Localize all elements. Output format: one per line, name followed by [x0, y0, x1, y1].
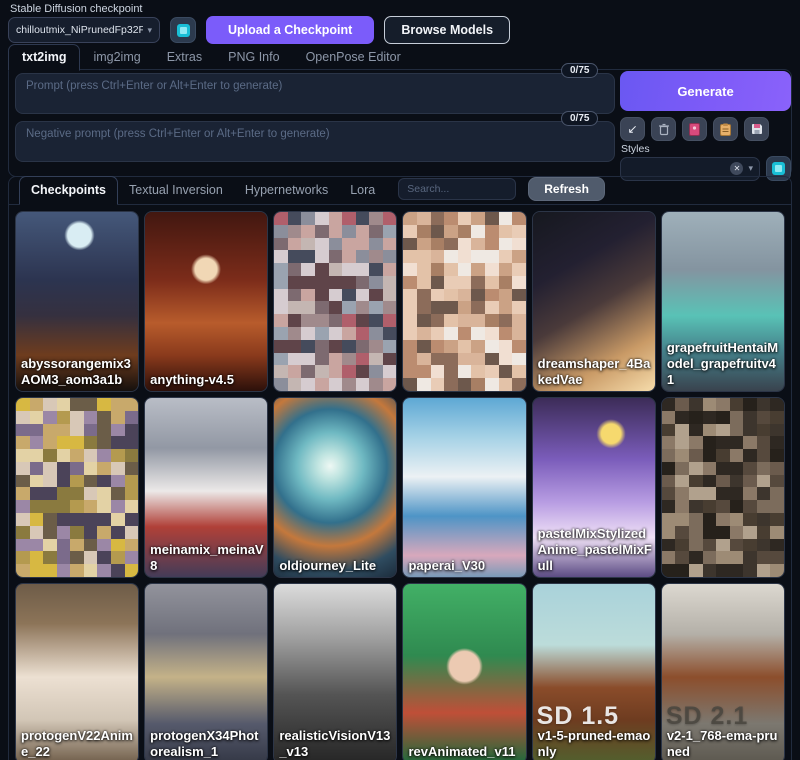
model-card-name: anything-v4.5 [150, 372, 265, 388]
tab-checkpoints[interactable]: Checkpoints [19, 176, 118, 205]
negative-prompt-token-counter: 0/75 [561, 111, 598, 126]
model-thumbnail [145, 212, 267, 391]
model-card-name: pastelMixStylizedAnime_pastelMixFull [538, 526, 653, 574]
model-card-blurred-3[interactable] [15, 397, 139, 578]
tab-openpose-editor[interactable]: OpenPose Editor [293, 45, 414, 70]
model-card-name: dreamshaper_4BakedVae [538, 356, 653, 388]
generate-button[interactable]: Generate [620, 71, 791, 111]
model-card-abyssorangemix[interactable]: abyssorangemix3AOM3_aom3a1b [15, 211, 139, 392]
model-card-name: paperai_V30 [408, 558, 523, 574]
model-card-paperai[interactable]: paperai_V30 [402, 397, 526, 578]
model-card-blurred-4[interactable] [661, 397, 785, 578]
model-card-revanimated[interactable]: revAnimated_v11 [402, 583, 526, 760]
tab-hypernetworks[interactable]: Hypernetworks [234, 177, 339, 204]
model-thumbnail [403, 398, 525, 577]
model-card-anything-v45[interactable]: anything-v4.5 [144, 211, 268, 392]
networks-tab-bar: Checkpoints Textual Inversion Hypernetwo… [9, 177, 791, 205]
txt2img-panel: 0/75 Prompt (press Ctrl+Enter or Alt+Ent… [8, 69, 792, 177]
extra-networks-panel: Checkpoints Textual Inversion Hypernetwo… [8, 176, 792, 760]
model-card-protogen-x34[interactable]: protogenX34Photorealism_1 [144, 583, 268, 760]
model-card-name: v1-5-pruned-emaonly [538, 728, 653, 760]
chevron-down-icon: ▾ [748, 163, 753, 174]
search-input[interactable] [398, 178, 516, 200]
prompt-tools: ↙ [620, 117, 769, 141]
clear-prompt-button[interactable] [651, 117, 676, 141]
tab-img2img[interactable]: img2img [80, 45, 153, 70]
model-card-name: revAnimated_v11 [408, 744, 523, 760]
checkpoint-label: Stable Diffusion checkpoint [10, 3, 143, 15]
thumbnail-overlay-text: SD 1.5 [537, 702, 619, 731]
tab-extras[interactable]: Extras [154, 45, 215, 70]
tab-txt2img[interactable]: txt2img [8, 44, 80, 71]
clear-styles-icon[interactable]: ✕ [730, 162, 743, 175]
model-card-dreamshaper[interactable]: dreamshaper_4BakedVae [532, 211, 656, 392]
arrow-down-left-icon: ↙ [627, 122, 637, 136]
clipboard-icon [720, 123, 731, 136]
model-card-pastelmix[interactable]: pastelMixStylizedAnime_pastelMixFull [532, 397, 656, 578]
refresh-icon [177, 24, 190, 37]
model-card-oldjourney[interactable]: oldjourney_Lite [273, 397, 397, 578]
model-card-name: v2-1_768-ema-pruned [667, 728, 782, 760]
model-card-grapefruit[interactable]: grapefruitHentaiModel_grapefruitv41 [661, 211, 785, 392]
extra-networks-button[interactable] [682, 117, 707, 141]
model-card-protogen-v22[interactable]: protogenV22Anime_22 [15, 583, 139, 760]
checkpoint-value: chilloutmix_NiPrunedFp32Fix.safeter [16, 24, 143, 36]
model-card-name: abyssorangemix3AOM3_aom3a1b [21, 356, 136, 388]
thumbnail-overlay-text: SD 2.1 [666, 702, 748, 731]
apply-style-button[interactable] [713, 117, 738, 141]
main-tab-bar: txt2img img2img Extras PNG Info OpenPose… [8, 45, 792, 70]
model-card-blurred-2[interactable] [402, 211, 526, 392]
model-card-name: realisticVisionV13_v13 [279, 728, 394, 760]
model-card-realistic-vision[interactable]: realisticVisionV13_v13 [273, 583, 397, 760]
model-card-name: oldjourney_Lite [279, 558, 394, 574]
model-thumbnail [403, 584, 525, 760]
model-card-name: grapefruitHentaiModel_grapefruitv41 [667, 340, 782, 388]
save-style-button[interactable] [744, 117, 769, 141]
model-card-grid: abyssorangemix3AOM3_aom3a1b anything-v4.… [9, 205, 791, 760]
browse-models-button[interactable]: Browse Models [384, 16, 510, 44]
chevron-down-icon: ▾ [147, 25, 152, 36]
model-thumbnail-pixelated [274, 212, 396, 391]
refresh-icon [772, 162, 785, 175]
save-icon [751, 123, 763, 135]
model-card-name: protogenV22Anime_22 [21, 728, 136, 760]
trash-icon [658, 123, 670, 136]
tab-textual-inversion[interactable]: Textual Inversion [118, 177, 234, 204]
model-thumbnail-pixelated [403, 212, 525, 391]
tab-lora[interactable]: Lora [339, 177, 386, 204]
tab-png-info[interactable]: PNG Info [215, 45, 292, 70]
model-card-v21-768[interactable]: SD 2.1 v2-1_768-ema-pruned [661, 583, 785, 760]
paste-params-button[interactable]: ↙ [620, 117, 645, 141]
model-thumbnail-pixelated [16, 398, 138, 577]
upload-checkpoint-button[interactable]: Upload a Checkpoint [206, 16, 374, 44]
prompt-token-counter: 0/75 [561, 63, 598, 78]
prompt-input[interactable]: Prompt (press Ctrl+Enter or Alt+Enter to… [15, 73, 615, 114]
card-icon [689, 123, 700, 136]
model-card-name: meinamix_meinaV8 [150, 542, 265, 574]
styles-label: Styles [621, 143, 650, 155]
refresh-checkpoints-button[interactable] [170, 17, 196, 43]
model-card-meinamix[interactable]: meinamix_meinaV8 [144, 397, 268, 578]
model-thumbnail [274, 398, 396, 577]
refresh-button[interactable]: Refresh [528, 177, 605, 201]
model-card-name: protogenX34Photorealism_1 [150, 728, 265, 760]
model-thumbnail-pixelated [662, 398, 784, 577]
checkpoint-select[interactable]: chilloutmix_NiPrunedFp32Fix.safeter ▾ [8, 17, 160, 43]
model-card-blurred-1[interactable] [273, 211, 397, 392]
negative-prompt-input[interactable]: Negative prompt (press Ctrl+Enter or Alt… [15, 121, 615, 162]
model-card-v15-pruned[interactable]: SD 1.5 v1-5-pruned-emaonly [532, 583, 656, 760]
